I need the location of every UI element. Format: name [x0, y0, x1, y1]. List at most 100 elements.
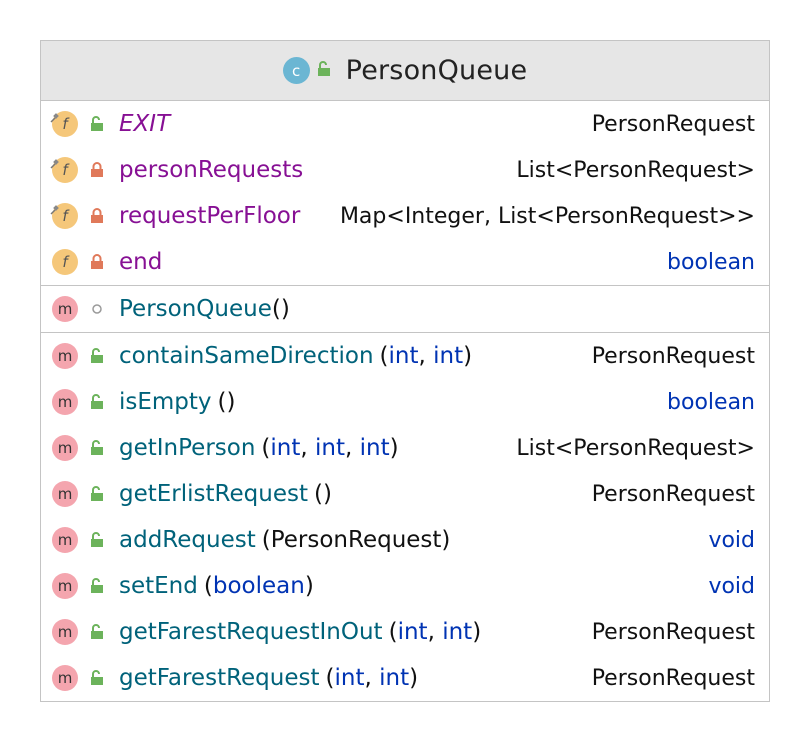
method-params: (int, int)	[326, 665, 419, 691]
public-lock-icon	[89, 348, 105, 364]
field-row[interactable]: f end boolean	[41, 239, 769, 285]
public-lock-icon	[89, 486, 105, 502]
method-badge: m	[52, 343, 78, 369]
method-name: getErlistRequest	[119, 481, 308, 507]
public-lock-icon	[89, 116, 105, 132]
package-visibility-icon	[89, 301, 105, 317]
method-params: (int, int, int)	[261, 435, 398, 461]
method-name: setEnd	[119, 573, 198, 599]
method-icon: m	[52, 296, 78, 322]
param-token: )	[409, 665, 419, 691]
field-type: List<PersonRequest>	[516, 157, 755, 183]
method-badge: m	[52, 619, 78, 645]
class-header: c PersonQueue	[41, 41, 769, 101]
method-return-type: void	[708, 527, 755, 553]
method-row[interactable]: m getFarestRequest (int, int) PersonRequest	[41, 655, 769, 701]
method-row[interactable]: m getFarestRequestInOut (int, int) PersonRe…	[41, 609, 769, 655]
method-badge: m	[52, 389, 78, 415]
method-params: (int, int)	[389, 619, 482, 645]
method-params: (boolean)	[204, 573, 314, 599]
method-icon: m	[52, 573, 78, 599]
method-return-type: PersonRequest	[591, 481, 755, 507]
param-token: int	[433, 343, 464, 369]
param-token: ,	[300, 435, 316, 461]
method-params: (int, int)	[380, 343, 473, 369]
method-row[interactable]: m containSameDirection (int, int) PersonReq…	[41, 333, 769, 379]
method-name: containSameDirection	[119, 343, 374, 369]
param-token: )	[304, 573, 314, 599]
method-params: ()	[218, 389, 236, 415]
constructor-params: ()	[271, 296, 290, 322]
field-name: personRequests	[119, 157, 304, 183]
method-badge: m	[52, 527, 78, 553]
private-lock-icon	[89, 254, 105, 270]
param-token: (	[203, 573, 213, 599]
param-token: boolean	[212, 573, 305, 599]
method-name: getInPerson	[119, 435, 256, 461]
method-row[interactable]: m getInPerson (int, int, int) List<PersonRe…	[41, 425, 769, 471]
public-lock-icon	[89, 394, 105, 410]
param-token: ()	[217, 389, 236, 415]
param-token: )	[472, 619, 482, 645]
method-params: ()	[314, 481, 332, 507]
public-visibility-icon	[316, 60, 332, 81]
param-token: )	[463, 343, 473, 369]
method-row[interactable]: m addRequest (PersonRequest) void	[41, 517, 769, 563]
field-icon: f	[50, 154, 78, 183]
field-name: end	[119, 249, 163, 275]
field-badge: f	[52, 249, 78, 275]
class-diagram-panel: c PersonQueue f EXIT PersonRequest f personR…	[40, 40, 770, 702]
pin-icon	[50, 154, 60, 169]
method-icon: m	[52, 435, 78, 461]
method-name: isEmpty	[119, 389, 212, 415]
public-lock-icon	[89, 670, 105, 686]
param-token: ,	[418, 343, 434, 369]
param-token: int	[388, 343, 419, 369]
public-lock-icon	[89, 532, 105, 548]
method-icon: m	[52, 343, 78, 369]
param-token: ,	[345, 435, 360, 461]
param-token: int	[270, 435, 301, 461]
field-name: requestPerFloor	[119, 203, 301, 229]
constructor-name: PersonQueue	[119, 296, 272, 322]
param-token: ()	[313, 481, 332, 507]
field-type: PersonRequest	[591, 111, 755, 137]
private-lock-icon	[89, 208, 105, 224]
constructor-row[interactable]: m PersonQueue()	[41, 286, 769, 332]
method-icon: m	[52, 527, 78, 553]
param-token: ,	[364, 665, 380, 691]
field-row[interactable]: f personRequests List<PersonRequest>	[41, 147, 769, 193]
field-row[interactable]: f EXIT PersonRequest	[41, 101, 769, 147]
pin-icon	[50, 200, 60, 215]
method-return-type: PersonRequest	[591, 619, 755, 645]
param-token: int	[359, 435, 390, 461]
method-name: getFarestRequestInOut	[119, 619, 383, 645]
method-badge: m	[52, 573, 78, 599]
method-row[interactable]: m setEnd (boolean) void	[41, 563, 769, 609]
public-lock-icon	[89, 624, 105, 640]
method-return-type: PersonRequest	[591, 343, 755, 369]
method-badge: m	[52, 665, 78, 691]
method-return-type: void	[708, 573, 755, 599]
field-icon: f	[50, 108, 78, 137]
method-row[interactable]: m getErlistRequest() PersonRequest	[41, 471, 769, 517]
param-token: (PersonRequest)	[261, 527, 451, 553]
param-token: ,	[427, 619, 443, 645]
field-icon: f	[52, 249, 78, 275]
param-token: int	[397, 619, 428, 645]
public-lock-icon	[89, 578, 105, 594]
field-name: EXIT	[119, 111, 171, 137]
pin-icon	[50, 108, 60, 123]
method-name: getFarestRequest	[119, 665, 320, 691]
param-token: int	[334, 665, 365, 691]
method-params: (PersonRequest)	[262, 527, 451, 553]
param-token: (	[379, 343, 389, 369]
field-row[interactable]: f requestPerFloor Map<Integer, List<Person…	[41, 193, 769, 239]
constructors-section: m PersonQueue()	[41, 286, 769, 333]
method-row[interactable]: m isEmpty() boolean	[41, 379, 769, 425]
private-lock-icon	[89, 162, 105, 178]
method-icon: m	[52, 619, 78, 645]
class-icon: c	[282, 57, 310, 84]
class-name: PersonQueue	[345, 55, 528, 86]
method-icon: m	[52, 481, 78, 507]
